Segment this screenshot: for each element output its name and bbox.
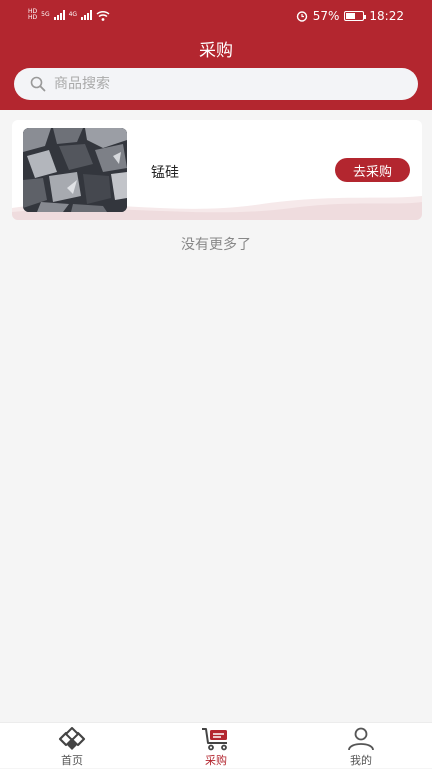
search-input[interactable] [54, 76, 394, 92]
tab-purchase[interactable]: 采购 [166, 727, 266, 769]
battery-icon [344, 11, 367, 21]
product-card[interactable]: 锰硅 去采购 [12, 120, 422, 220]
page-title: 采购 [199, 41, 233, 61]
signal-2-icon [81, 10, 93, 20]
cart-icon [202, 728, 227, 751]
clock: 18:22 [369, 9, 404, 23]
hd-icon: HD HD [28, 8, 38, 21]
search-icon [30, 76, 46, 92]
network-1-label: 5G [41, 11, 50, 18]
header: HD HD 5G 4G 57% 18:22 采购 [0, 0, 432, 110]
user-icon [348, 727, 374, 751]
product-name: 锰硅 [151, 165, 179, 181]
tab-mine-label: 我的 [350, 754, 372, 767]
network-2-label: 4G [68, 11, 78, 18]
tab-purchase-label: 采购 [205, 754, 227, 767]
search-bar[interactable] [14, 68, 418, 100]
tab-home[interactable]: 首页 [22, 727, 122, 769]
home-icon [58, 727, 86, 750]
product-image[interactable] [23, 128, 127, 212]
alarm-icon [296, 11, 307, 22]
purchase-button[interactable]: 去采购 [335, 158, 410, 182]
battery-percent: 57% [312, 9, 340, 23]
wifi-icon [96, 10, 110, 21]
signal-1-icon [53, 10, 65, 20]
status-bar: HD HD 5G 4G 57% 18:22 [0, 0, 432, 34]
tab-mine[interactable]: 我的 [311, 727, 411, 769]
list-end-text: 没有更多了 [181, 237, 251, 253]
bottom-tab-bar: 首页 采购 我的 [0, 722, 432, 768]
tab-home-label: 首页 [61, 754, 83, 767]
